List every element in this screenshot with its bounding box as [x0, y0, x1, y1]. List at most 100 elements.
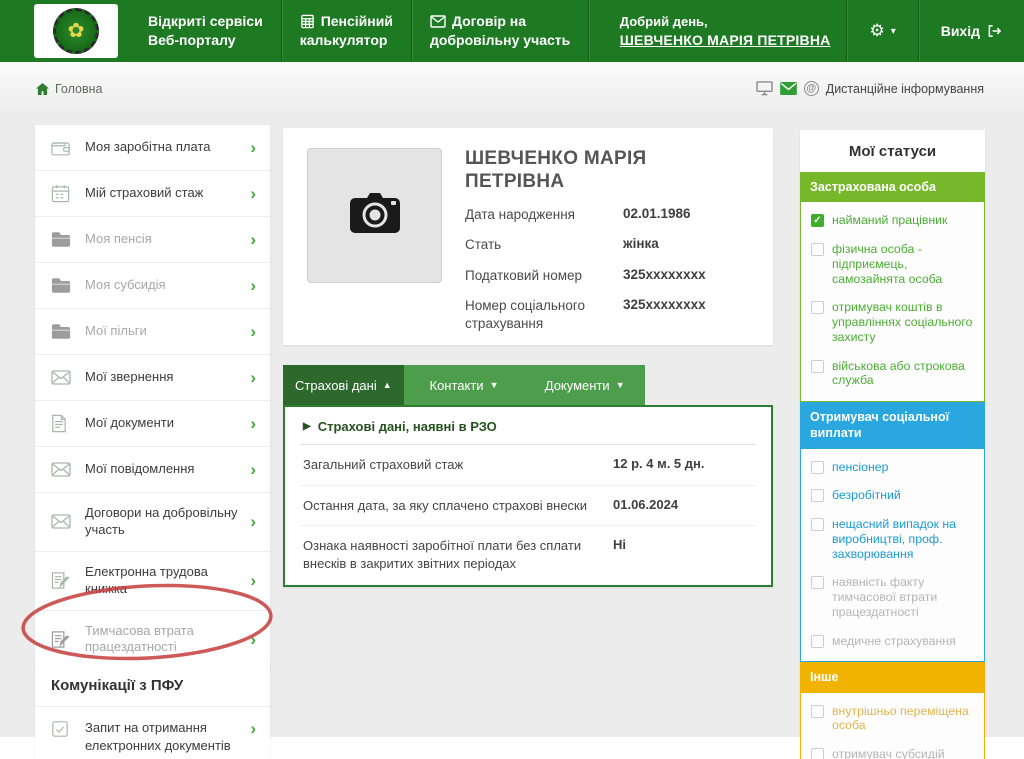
status-checkbox[interactable]	[811, 705, 824, 718]
nav-open-services[interactable]: Відкриті сервіси Веб-порталу	[130, 0, 281, 62]
sidebar-item[interactable]: Тимчасова втрата працездатності ›	[35, 611, 270, 669]
logout-icon	[987, 24, 1002, 38]
profile-field-label: Податковий номер	[465, 267, 623, 285]
insurance-row-label: Загальний страховий стаж	[303, 456, 603, 474]
breadcrumb-home-label: Головна	[55, 82, 103, 96]
sidebar-item[interactable]: Моя пенсія ›	[35, 217, 270, 263]
nav-pension-calculator-line2: калькулятор	[300, 31, 393, 50]
remote-informing-label: Дистанційне інформування	[826, 82, 984, 96]
status-item-label: найманий працівник	[832, 213, 947, 228]
profile-field: Дата народження 02.01.1986	[465, 206, 751, 224]
profile-field: Номер соціального страхування 325xxxxxxx…	[465, 297, 751, 332]
status-checkbox[interactable]	[811, 748, 824, 759]
camera-icon	[349, 192, 401, 239]
logout-button[interactable]: Вихід	[919, 0, 1024, 62]
communications-card: Комунікації з ПФУ Запит на отримання еле…	[35, 662, 270, 759]
nav-open-services-line2: Веб-порталу	[148, 31, 263, 50]
status-item: отримувач субсидій	[801, 740, 984, 759]
sidebar-item[interactable]: Мої документи ›	[35, 401, 270, 447]
status-group: Інше внутрішньо переміщена особа отримув…	[800, 662, 985, 759]
sidebar-item[interactable]: Моя заробітна плата ›	[35, 125, 270, 171]
status-checkbox[interactable]	[811, 360, 824, 373]
profile-name: ШЕВЧЕНКО МАРІЯ ПЕТРІВНА	[465, 148, 751, 194]
left-sidebar: Моя заробітна плата › Мій страховий стаж…	[35, 125, 270, 668]
logout-label: Вихід	[941, 23, 980, 39]
chevron-right-icon: ›	[250, 277, 256, 294]
greeting-text: Добрий день,	[620, 14, 831, 29]
status-checkbox[interactable]	[811, 518, 824, 531]
status-item: наявність факту тимчасової втрати працез…	[801, 568, 984, 626]
status-checkbox[interactable]	[811, 635, 824, 648]
sidebar-item[interactable]: Договори на добровільну участь ›	[35, 493, 270, 552]
insurance-row-value: 01.06.2024	[603, 497, 678, 512]
tab-страхові-дані[interactable]: Страхові дані ▲	[283, 365, 404, 405]
profile-tabs: Страхові дані ▲ Контакти ▼ Документи ▼	[283, 365, 645, 405]
chevron-right-icon: ›	[250, 631, 256, 648]
chevron-right-icon: ›	[250, 719, 256, 739]
insurance-row: Загальний страховий стаж 12 р. 4 м. 5 дн…	[301, 445, 755, 486]
comms-item[interactable]: Запит на отримання електронних документі…	[35, 707, 270, 759]
chevron-right-icon: ›	[250, 323, 256, 340]
profile-field-value: 02.01.1986	[623, 206, 691, 221]
pfu-logo[interactable]: ✿	[34, 4, 118, 58]
chevron-right-icon: ›	[250, 513, 256, 530]
triangle-right-icon: ▶	[303, 421, 311, 432]
breadcrumb-home[interactable]: Головна	[36, 82, 103, 96]
sidebar-item-label: Моя субсидія	[85, 277, 238, 294]
at-icon[interactable]: @	[804, 81, 819, 96]
tab-документи[interactable]: Документи ▼	[524, 365, 645, 405]
tab-label: Страхові дані	[295, 378, 377, 393]
status-item: ✓ найманий працівник	[801, 206, 984, 235]
sidebar-item-label: Мої звернення	[85, 369, 238, 386]
profile-card: ШЕВЧЕНКО МАРІЯ ПЕТРІВНА Дата народження …	[283, 128, 773, 345]
profile-field-value: 325xxxxxxxx	[623, 267, 706, 282]
status-checkbox[interactable]	[811, 461, 824, 474]
sidebar-item[interactable]: Моя субсидія ›	[35, 263, 270, 309]
status-item-label: фізична особа - підприємець, самозайнята…	[832, 242, 974, 286]
status-checkbox[interactable]	[811, 576, 824, 589]
pfu-emblem-icon: ✿	[53, 8, 99, 54]
status-checkbox[interactable]	[811, 489, 824, 502]
status-item: нещасний випадок на виробництві, проф. з…	[801, 510, 984, 568]
sidebar-item[interactable]: Мої звернення ›	[35, 355, 270, 401]
sidebar-item-label: Мої пільги	[85, 323, 238, 340]
nav-open-services-line1: Відкриті сервіси	[148, 12, 263, 31]
tab-caret-icon: ▲	[383, 380, 392, 390]
mail-icon[interactable]	[780, 82, 797, 95]
profile-field-value: жінка	[623, 236, 659, 251]
sidebar-item-label: Електронна трудова книжка	[85, 564, 238, 598]
status-item: пенсіонер	[801, 453, 984, 482]
status-item-label: військова або строкова служба	[832, 359, 974, 389]
sidebar-item[interactable]: Мої пільги ›	[35, 309, 270, 355]
sidebar-item[interactable]: Мої повідомлення ›	[35, 447, 270, 493]
insurance-panel-header[interactable]: ▶ Страхові дані, наявні в РЗО	[301, 407, 755, 445]
sidebar-item-label: Моя заробітна плата	[85, 139, 238, 156]
nav-voluntary-contract[interactable]: Договір на добровільну участь	[412, 0, 588, 62]
insurance-row: Остання дата, за яку сплачено страхові в…	[301, 486, 755, 527]
tab-caret-icon: ▼	[616, 380, 625, 390]
insurance-data-panel: ▶ Страхові дані, наявні в РЗО Загальний …	[283, 405, 773, 587]
insurance-row-value: Ні	[603, 537, 626, 552]
nav-pension-calculator[interactable]: Пенсійний калькулятор	[282, 0, 411, 62]
status-item-label: отримувач субсидій	[832, 747, 945, 759]
settings-menu-button[interactable]: ⚙ ▾	[847, 0, 917, 62]
profile-field: Стать жінка	[465, 236, 751, 254]
status-item: отримувач коштів в управліннях соціально…	[801, 293, 984, 351]
status-item-label: внутрішньо переміщена особа	[832, 704, 974, 734]
status-checkbox[interactable]	[811, 243, 824, 256]
doc-check-icon	[51, 720, 73, 738]
chevron-right-icon: ›	[250, 415, 256, 432]
status-item-label: пенсіонер	[832, 460, 888, 475]
monitor-icon[interactable]	[756, 81, 773, 96]
user-name-link[interactable]: ШЕВЧЕНКО МАРІЯ ПЕТРІВНА	[620, 32, 831, 48]
sidebar-item[interactable]: Електронна трудова книжка ›	[35, 552, 270, 611]
sidebar-item-label: Тимчасова втрата працездатності	[85, 623, 238, 657]
insurance-panel-title: Страхові дані, наявні в РЗО	[318, 419, 497, 434]
status-item: медичне страхування	[801, 627, 984, 656]
sidebar-item-label: Мій страховий стаж	[85, 185, 238, 202]
sidebar-item[interactable]: Мій страховий стаж ›	[35, 171, 270, 217]
sidebar-item-label: Моя пенсія	[85, 231, 238, 248]
status-checkbox[interactable]	[811, 301, 824, 314]
tab-контакти[interactable]: Контакти ▼	[404, 365, 525, 405]
status-checkbox[interactable]: ✓	[811, 214, 824, 227]
